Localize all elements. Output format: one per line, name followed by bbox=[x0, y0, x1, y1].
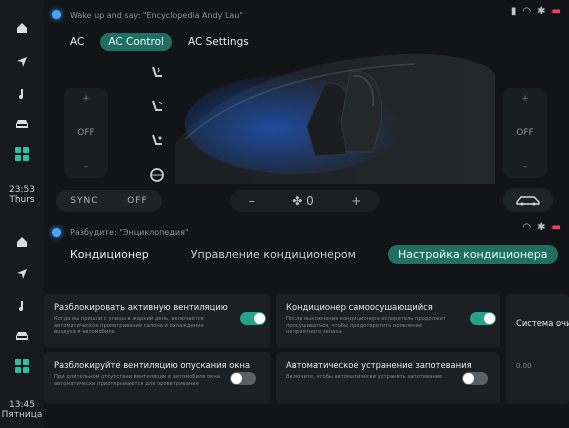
card-description: Включите, чтобы автоматически устранять … bbox=[286, 374, 443, 380]
clock-day-2: Пятница bbox=[1, 410, 43, 420]
clock-time: 23:53 bbox=[9, 185, 35, 195]
seat-heat-icon[interactable] bbox=[148, 64, 166, 82]
card-title: Автоматическое устранение запотевания bbox=[286, 360, 472, 370]
status-bar-2: Разбудите: "Энциклопедия" ◠ ✱ ▬ bbox=[44, 214, 569, 238]
apps-button[interactable] bbox=[0, 140, 44, 168]
fan-icon: ✤ 0 bbox=[292, 194, 314, 208]
card-title: Разблокируйте вентиляцию опускания окна bbox=[54, 360, 251, 370]
voice-assistant-icon[interactable] bbox=[52, 10, 61, 19]
card-cleaning-system: Система очистки 0.00 bbox=[506, 294, 569, 404]
ac-tabs-ru: Кондиционер Управление кондиционером Нас… bbox=[62, 245, 558, 264]
seat-function-icons bbox=[148, 64, 168, 200]
active-ventilation-toggle[interactable] bbox=[240, 312, 266, 325]
music-button-2[interactable] bbox=[0, 292, 44, 320]
sync-label: SYNC bbox=[70, 196, 99, 206]
navigation-button-2[interactable] bbox=[0, 260, 44, 288]
music-button[interactable] bbox=[0, 80, 44, 108]
seat-massage-icon[interactable] bbox=[148, 132, 166, 150]
right-temp-down-button[interactable]: – bbox=[523, 162, 528, 172]
card-title: Система очистки bbox=[516, 318, 569, 328]
status-icons: ▮ ◠ ✱ ▬ bbox=[511, 6, 561, 17]
status-bar: Wake up and say: "Encyclopedia Andy Lau"… bbox=[44, 0, 569, 24]
auto-defog-toggle[interactable] bbox=[462, 372, 488, 385]
card-auto-defog: Автоматическое устранение запотевания Вк… bbox=[276, 352, 500, 404]
bluetooth-icon: ✱ bbox=[537, 6, 546, 17]
apps-icon bbox=[15, 147, 29, 161]
voice-assistant-icon[interactable] bbox=[52, 228, 61, 237]
cleaning-time-value[interactable]: 0.00 bbox=[516, 362, 532, 370]
tab-conditioner-control[interactable]: Управление кондиционером bbox=[181, 245, 366, 264]
bluetooth-icon: ✱ bbox=[537, 222, 546, 233]
right-temp-up-button[interactable]: + bbox=[521, 94, 529, 104]
seat-vent-icon[interactable] bbox=[148, 98, 166, 116]
car-button-2[interactable] bbox=[0, 322, 44, 350]
recirculation-button[interactable] bbox=[503, 188, 553, 212]
clock-day: Thurs bbox=[9, 195, 35, 205]
sync-state: OFF bbox=[127, 196, 148, 206]
music-icon bbox=[19, 301, 23, 311]
home-button[interactable] bbox=[0, 14, 44, 42]
tab-ac[interactable]: AC bbox=[62, 33, 92, 51]
sidebar-2: 13:45 Пятница bbox=[0, 214, 44, 428]
navigation-icon bbox=[17, 57, 27, 67]
battery-icon: ▬ bbox=[551, 6, 561, 17]
right-temperature-control: + OFF – bbox=[503, 88, 547, 178]
tab-conditioner-settings[interactable]: Настройка кондиционера bbox=[387, 245, 558, 264]
navigation-button[interactable] bbox=[0, 48, 44, 76]
left-temp-value: OFF bbox=[77, 128, 95, 138]
card-description: Когда вы пришли с улицы в жаркий день, в… bbox=[54, 316, 204, 336]
battery-icon: ▬ bbox=[551, 222, 561, 233]
wifi-icon: ◠ bbox=[522, 222, 532, 233]
card-title: Кондиционер самоосушающийся bbox=[286, 302, 433, 312]
steering-heat-icon[interactable] bbox=[148, 166, 166, 184]
car-recirculation-icon bbox=[516, 196, 540, 206]
apps-icon bbox=[15, 359, 29, 373]
tab-ac-control[interactable]: AC Control bbox=[100, 33, 172, 51]
sidebar: 23:53 Thurs bbox=[0, 0, 44, 214]
status-icons-2: ◠ ✱ ▬ bbox=[522, 222, 561, 233]
fan-decrease-button[interactable]: – bbox=[249, 194, 255, 208]
right-temp-value: OFF bbox=[516, 128, 534, 138]
signal-icon: ▮ bbox=[510, 6, 517, 17]
fan-speed-value: 0 bbox=[306, 194, 314, 208]
left-temperature-control: + OFF – bbox=[64, 88, 108, 178]
fan-increase-button[interactable]: + bbox=[351, 194, 361, 208]
self-drying-toggle[interactable] bbox=[470, 312, 496, 325]
window-ventilation-toggle[interactable] bbox=[230, 372, 256, 385]
card-self-drying: Кондиционер самоосушающийся После выключ… bbox=[276, 294, 500, 348]
home-icon bbox=[17, 237, 27, 247]
car-button[interactable] bbox=[0, 110, 44, 138]
home-icon bbox=[17, 23, 27, 33]
fan-speed-control: – ✤ 0 + bbox=[230, 190, 380, 212]
card-active-ventilation: Разблокировать активную вентиляцию Когда… bbox=[44, 294, 270, 348]
voice-hint: Wake up and say: "Encyclopedia Andy Lau" bbox=[70, 11, 244, 20]
sync-toggle[interactable]: SYNC OFF bbox=[56, 190, 162, 212]
music-icon bbox=[19, 89, 23, 99]
home-button-2[interactable] bbox=[0, 228, 44, 256]
card-description: После выключения кондиционера испаритель… bbox=[286, 316, 446, 336]
clock-time-2: 13:45 bbox=[9, 400, 35, 410]
card-title: Разблокировать активную вентиляцию bbox=[54, 302, 228, 312]
climate-screen-top: 23:53 Thurs Wake up and say: "Encycloped… bbox=[0, 0, 569, 214]
left-temp-down-button[interactable]: – bbox=[84, 162, 89, 172]
card-description: При длительном отсутствии вентиляции в а… bbox=[54, 374, 220, 387]
voice-hint-2: Разбудите: "Энциклопедия" bbox=[70, 228, 189, 237]
climate-screen-bottom: 13:45 Пятница Разбудите: "Энциклопедия" … bbox=[0, 214, 569, 428]
apps-button-2[interactable] bbox=[0, 352, 44, 380]
card-window-ventilation: Разблокируйте вентиляцию опускания окна … bbox=[44, 352, 270, 404]
wifi-icon: ◠ bbox=[522, 6, 532, 17]
left-temp-up-button[interactable]: + bbox=[82, 94, 90, 104]
car-icon bbox=[16, 120, 28, 128]
car-icon bbox=[16, 332, 28, 340]
car-interior-illustration bbox=[175, 53, 495, 184]
tab-conditioner[interactable]: Кондиционер bbox=[62, 245, 159, 264]
navigation-icon bbox=[17, 269, 27, 279]
